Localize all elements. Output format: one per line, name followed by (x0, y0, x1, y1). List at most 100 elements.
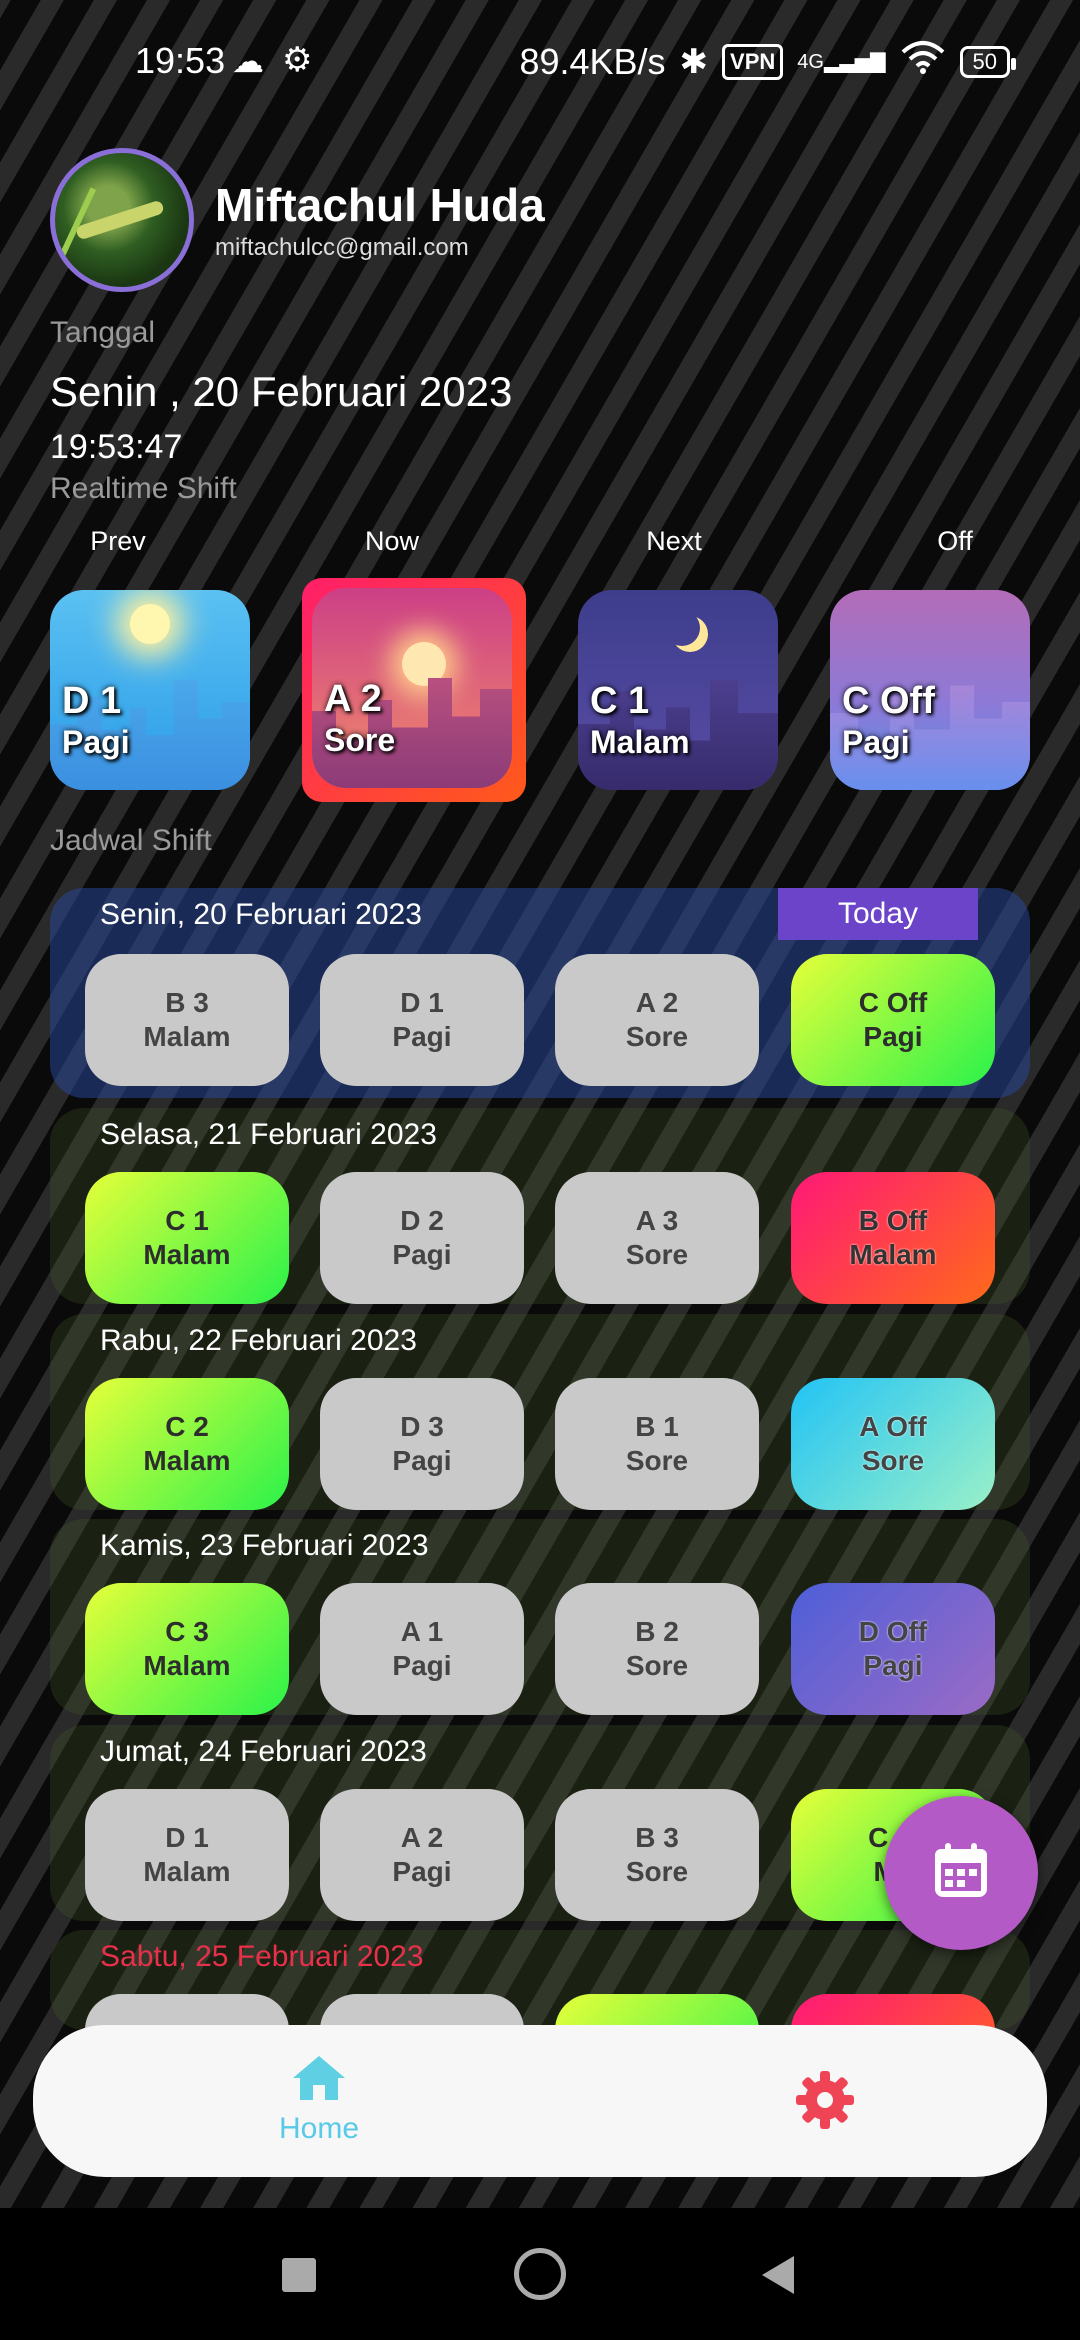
shift-team: C Off (858, 987, 928, 1018)
shift-chip[interactable]: C 1 Malam (85, 1172, 289, 1304)
schedule-day: Rabu, 22 Februari 2023 C 2 Malam D 3 Pagi … (50, 1314, 1030, 1510)
shift-period: Pagi (863, 1021, 923, 1052)
vpn-badge: VPN (722, 43, 784, 80)
shift-chip[interactable]: D 1 Pagi (320, 954, 524, 1086)
nav-home-label: Home (278, 2112, 360, 2145)
shift-chip[interactable]: D 1 Malam (85, 1789, 289, 1921)
shift-chip-off[interactable]: B Off Malam (791, 1172, 995, 1304)
realtime-next-period: Malam (590, 724, 690, 760)
shift-chip[interactable]: A 2 Pagi (320, 1789, 524, 1921)
shift-team: C 2 (165, 1411, 209, 1442)
current-clock: 19:53:47 (50, 428, 183, 466)
shift-period: Pagi (392, 1856, 452, 1887)
shift-team: D 3 (400, 1411, 444, 1442)
shift-period: Malam (143, 1021, 231, 1052)
shift-chip[interactable]: D 2 Pagi (320, 1172, 524, 1304)
settings-status-icon: ⚙ (282, 41, 313, 79)
shift-chip[interactable]: C 3 Malam (85, 1583, 289, 1715)
day-title: Kamis, 23 Februari 2023 (100, 1529, 429, 1562)
shift-period: Pagi (392, 1021, 452, 1052)
shift-team: D 2 (400, 1205, 444, 1236)
shift-period: Malam (143, 1239, 231, 1270)
battery-indicator: 50 (959, 45, 1017, 78)
shift-chip-off[interactable]: D Off Pagi (791, 1583, 995, 1715)
realtime-off-card[interactable]: C Off Pagi (830, 590, 1030, 790)
shift-period: Pagi (392, 1239, 452, 1270)
bottom-navigation: Home (33, 2025, 1047, 2177)
shift-chip[interactable]: A 3 Sore (555, 1172, 759, 1304)
signal-icon: 4G▂▃▅▇ (797, 51, 886, 73)
shift-period: Sore (625, 1650, 689, 1681)
schedule-day: Selasa, 21 Februari 2023 C 1 Malam D 2 Pag… (50, 1108, 1030, 1304)
schedule-day: Kamis, 23 Februari 2023 C 3 Malam A 1 Pagi… (50, 1519, 1030, 1715)
day-title: Senin, 20 Februari 2023 (100, 898, 422, 931)
shift-team: C 3 (165, 1616, 209, 1647)
realtime-next-card[interactable]: C 1 Malam (578, 590, 778, 790)
shift-chip[interactable]: A 2 Sore (555, 954, 759, 1086)
back-button[interactable] (762, 2256, 794, 2294)
realtime-off-header: Off (937, 526, 973, 556)
schedule-day: Jumat, 24 Februari 2023 D 1 Malam A 2 Pagi… (50, 1725, 1030, 1921)
avatar[interactable] (50, 148, 194, 292)
shift-chip[interactable]: C 2 Malam (85, 1378, 289, 1510)
realtime-now-shift: A 2 (324, 678, 382, 720)
shift-chip-off[interactable]: A Off Sore (791, 1378, 995, 1510)
shift-period: Malam (143, 1856, 231, 1887)
cloud-icon: ☁ (232, 43, 264, 79)
shift-chip[interactable]: B 1 Sore (555, 1378, 759, 1510)
jadwal-label: Jadwal Shift (50, 824, 212, 857)
shift-chip[interactable]: B 2 Sore (555, 1583, 759, 1715)
realtime-prev-period: Pagi (62, 724, 130, 760)
shift-chip[interactable]: D 3 Pagi (320, 1378, 524, 1510)
shift-team: D 1 (400, 987, 444, 1018)
shift-team: A 3 (635, 1205, 679, 1236)
calendar-fab-button[interactable] (884, 1796, 1038, 1950)
shift-period: Malam (143, 1445, 231, 1476)
gear-icon (794, 2071, 856, 2135)
network-type: 4G (797, 51, 824, 73)
realtime-next-header: Next (646, 526, 702, 556)
shift-period: Sore (625, 1021, 689, 1052)
realtime-off-shift: C Off (842, 680, 935, 722)
nav-settings-tab[interactable] (760, 2069, 890, 2136)
house-icon (290, 2056, 348, 2107)
shift-chip[interactable]: B 3 Sore (555, 1789, 759, 1921)
nav-home-tab[interactable]: Home (233, 2053, 405, 2146)
recents-button[interactable] (282, 2258, 316, 2292)
realtime-now-card[interactable]: A 2 Sore (312, 588, 512, 788)
sun-icon (130, 604, 170, 644)
day-title: Selasa, 21 Februari 2023 (100, 1118, 437, 1151)
today-badge: Today (778, 888, 978, 940)
shift-team: B 1 (635, 1411, 679, 1442)
home-system-button[interactable] (514, 2248, 566, 2300)
shift-team: B Off (858, 1205, 928, 1236)
shift-chip[interactable]: A 1 Pagi (320, 1583, 524, 1715)
moon-icon (664, 610, 700, 646)
realtime-now-header: Now (364, 526, 419, 556)
realtime-prev-shift: D 1 (62, 680, 122, 722)
shift-period: Sore (625, 1239, 689, 1270)
schedule-day: Sabtu, 25 Februari 2023 (50, 1930, 1030, 2030)
shift-period: Sore (625, 1856, 689, 1887)
realtime-next-shift: C 1 (590, 680, 650, 722)
shift-period: Pagi (392, 1650, 452, 1681)
realtime-off-period: Pagi (842, 724, 910, 760)
tanggal-label: Tanggal (50, 316, 156, 349)
realtime-prev-header: Prev (90, 526, 146, 556)
day-title: Rabu, 22 Februari 2023 (100, 1324, 417, 1357)
shift-chip-off[interactable]: C Off Pagi (791, 954, 995, 1086)
shift-chip[interactable]: B 3 Malam (85, 954, 289, 1086)
day-title: Jumat, 24 Februari 2023 (100, 1735, 427, 1768)
realtime-now-period: Sore (324, 722, 396, 758)
net-speed: 89.4KB/s (519, 40, 666, 82)
shift-team: B 3 (635, 1822, 679, 1853)
wifi-icon (900, 40, 946, 83)
current-date: Senin , 20 Februari 2023 (50, 368, 513, 415)
realtime-prev-card[interactable]: D 1 Pagi (50, 590, 250, 790)
status-bar: 19:53 ☁ ⚙ 89.4KB/s ✱ VPN 4G▂▃▅▇ 50 (0, 0, 1080, 120)
shift-period: Sore (861, 1445, 925, 1476)
shift-team: B 2 (635, 1616, 679, 1647)
shift-team: A 2 (400, 1822, 444, 1853)
realtime-label: Realtime Shift (50, 472, 237, 505)
shift-team: A 1 (400, 1616, 444, 1647)
